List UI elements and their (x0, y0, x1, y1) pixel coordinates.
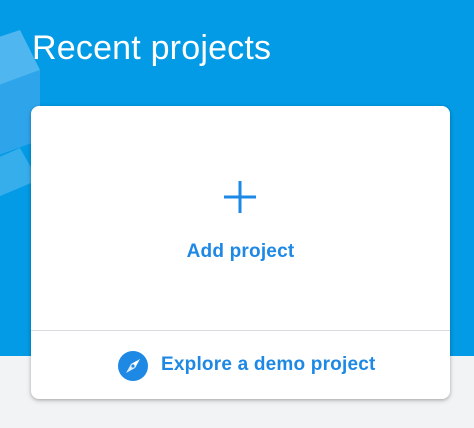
projects-card: Add project Explore a demo project (31, 106, 450, 399)
explore-demo-project-button[interactable]: Explore a demo project (31, 331, 450, 399)
explore-demo-project-label: Explore a demo project (161, 354, 376, 375)
compass-icon (118, 351, 148, 381)
plus-icon (224, 181, 256, 213)
add-project-label: Add project (186, 241, 295, 262)
page-title: Recent projects (32, 29, 272, 67)
add-project-button[interactable]: Add project (31, 106, 450, 330)
